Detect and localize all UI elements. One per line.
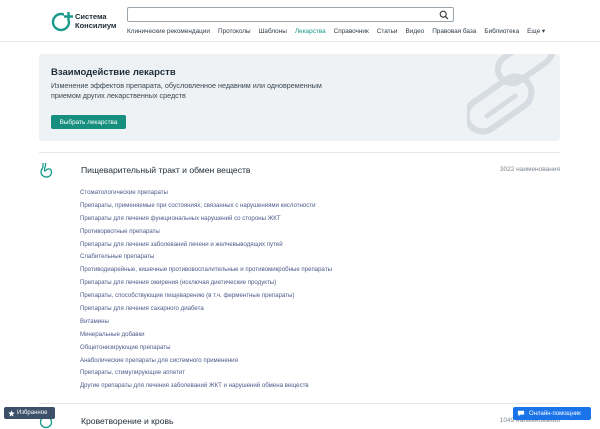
pills-illustration-icon: [467, 54, 556, 135]
category-link[interactable]: Анаболические препараты для системного п…: [80, 355, 540, 368]
banner-description: Изменение эффектов препарата, обусловлен…: [51, 81, 322, 100]
logo[interactable]: Система Консилиум: [51, 10, 123, 34]
brand-name: Система Консилиум: [75, 12, 116, 30]
brand-line-2: Консилиум: [75, 21, 117, 30]
section-divider: [39, 403, 560, 404]
main-nav: Клинические рекомендации Протоколы Шабло…: [127, 27, 553, 39]
search-icon[interactable]: [439, 10, 449, 20]
banner-title: Взаимодействие лекарств: [51, 67, 176, 78]
nav-item-video[interactable]: Видео: [406, 27, 425, 39]
section-title[interactable]: Кроветворение и кровь: [81, 416, 174, 426]
category-link[interactable]: Слабительные препараты: [80, 251, 540, 264]
nav-item-library[interactable]: Библиотека: [484, 27, 519, 39]
section-count: 3022 наименования: [499, 166, 560, 173]
brand-line-1: Система: [75, 12, 107, 21]
section-divider: [39, 152, 560, 153]
nav-item-templates[interactable]: Шаблоны: [259, 27, 287, 39]
nav-item-drugs[interactable]: Лекарства: [295, 27, 326, 39]
star-icon: [8, 409, 15, 417]
chat-icon: [517, 410, 525, 417]
category-link[interactable]: Витамины: [80, 316, 540, 329]
drug-interaction-banner: Взаимодействие лекарств Изменение эффект…: [39, 54, 560, 141]
select-drugs-button[interactable]: Выбрать лекарства: [51, 115, 126, 129]
category-link[interactable]: Другие препараты для лечения заболеваний…: [80, 380, 540, 393]
category-link[interactable]: Минеральные добавки: [80, 329, 540, 342]
nav-item-articles[interactable]: Статьи: [377, 27, 398, 39]
category-list: Стоматологические препараты Препараты, п…: [80, 187, 540, 393]
category-link[interactable]: Противодиарейные, кишечные противовоспал…: [80, 264, 540, 277]
nav-item-more[interactable]: Еще ▾: [527, 27, 545, 39]
favorites-button[interactable]: Избранное: [4, 407, 55, 419]
search-box[interactable]: [127, 7, 454, 22]
nav-item-legal[interactable]: Правовая база: [432, 27, 476, 39]
category-link[interactable]: Препараты для лечения функциональных нар…: [80, 213, 540, 226]
category-link[interactable]: Препараты, способствующие пищеварению (в…: [80, 290, 540, 303]
nav-item-guidelines[interactable]: Клинические рекомендации: [127, 27, 210, 39]
site-header: Система Консилиум Клинические рекомендац…: [0, 0, 600, 42]
category-link[interactable]: Стоматологические препараты: [80, 187, 540, 200]
category-link[interactable]: Противорвотные препараты: [80, 226, 540, 239]
category-link[interactable]: Препараты для лечения сахарного диабета: [80, 303, 540, 316]
category-link[interactable]: Препараты, стимулирующие аппетит: [80, 367, 540, 380]
online-assistant-label: Онлайн-помощник: [529, 410, 581, 417]
logo-plus-icon: [51, 12, 73, 32]
section-title[interactable]: Пищеварительный тракт и обмен веществ: [81, 165, 251, 175]
search-input[interactable]: [132, 9, 432, 20]
favorites-label: Избранное: [17, 410, 48, 416]
nav-item-protocols[interactable]: Протоколы: [218, 27, 251, 39]
category-link[interactable]: Препараты для лечения ожирения (исключая…: [80, 277, 540, 290]
category-link[interactable]: Общетонизирующие препараты: [80, 342, 540, 355]
category-link[interactable]: Препараты, применяемые при состояниях, с…: [80, 200, 540, 213]
online-assistant-button[interactable]: Онлайн-помощник: [513, 407, 591, 420]
nav-item-reference[interactable]: Справочник: [334, 27, 369, 39]
stomach-icon: [40, 163, 53, 178]
category-link[interactable]: Препараты для лечения заболеваний печени…: [80, 239, 540, 252]
